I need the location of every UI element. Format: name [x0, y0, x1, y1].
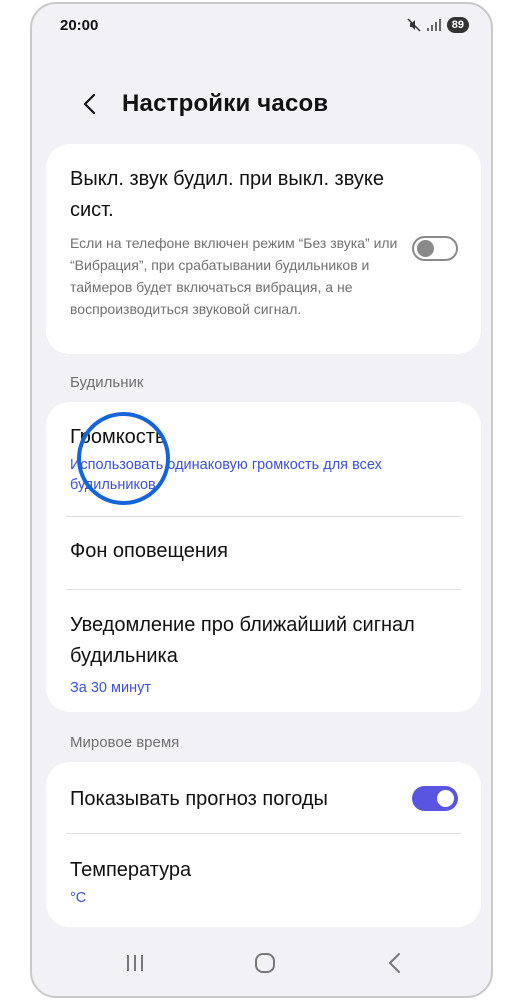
nav-back-button[interactable]	[380, 948, 410, 978]
temperature-title: Температура	[70, 859, 192, 881]
mute-settings-card: Выкл. звук будил. при выкл. звуке сист. …	[46, 144, 481, 354]
weather-forecast-toggle[interactable]	[412, 786, 458, 811]
toggle-knob	[437, 790, 454, 807]
home-icon	[250, 953, 280, 982]
recent-apps-button[interactable]	[120, 948, 150, 978]
signal-icon	[426, 19, 441, 31]
chevron-left-icon	[76, 93, 104, 122]
mute-alarm-setting[interactable]: Выкл. звук будил. при выкл. звуке сист. …	[70, 164, 457, 320]
volume-setting[interactable]: Громкость Использовать одинаковую громко…	[70, 422, 457, 495]
weather-forecast-title: Показывать прогноз погоды	[70, 788, 328, 810]
weather-forecast-setting[interactable]: Показывать прогноз погоды	[70, 784, 457, 815]
divider	[66, 589, 461, 590]
status-time: 20:00	[60, 17, 99, 34]
navigation-bar	[32, 926, 491, 996]
back-button[interactable]	[76, 90, 104, 118]
temperature-subtitle: °C	[70, 890, 87, 906]
section-label-world-clock: Мировое время	[70, 734, 180, 751]
alert-background-title: Фон оповещения	[70, 540, 228, 562]
next-alarm-notification-subtitle: За 30 минут	[70, 680, 151, 696]
next-alarm-notification-title: Уведомление про ближайший сигнал будильн…	[70, 614, 415, 667]
status-bar: 20:00 89	[32, 4, 491, 48]
next-alarm-notification-setting[interactable]: Уведомление про ближайший сигнал будильн…	[70, 610, 457, 698]
mute-alarm-title: Выкл. звук будил. при выкл. звуке сист.	[70, 168, 385, 221]
battery-badge: 89	[446, 17, 469, 33]
section-label-alarm: Будильник	[70, 374, 144, 391]
mute-alarm-toggle[interactable]	[412, 236, 458, 261]
volume-subtitle: Использовать одинаковую громкость для вс…	[70, 457, 382, 493]
page-title: Настройки часов	[122, 90, 329, 117]
mute-icon	[407, 18, 421, 32]
status-icons: 89	[407, 17, 469, 33]
home-button[interactable]	[250, 948, 280, 978]
divider	[66, 516, 461, 517]
back-icon	[380, 953, 410, 982]
recent-apps-icon	[120, 955, 150, 982]
phone-screen: 20:00 89 Настройки часов Выкл. звук буди…	[30, 2, 493, 998]
volume-title: Громкость	[70, 426, 166, 448]
mute-alarm-description: Если на телефоне включен режим “Без звук…	[70, 235, 398, 317]
app-header: Настройки часов	[32, 82, 491, 126]
divider	[66, 833, 461, 834]
alarm-settings-card: Громкость Использовать одинаковую громко…	[46, 402, 481, 712]
temperature-setting[interactable]: Температура °C	[70, 855, 457, 908]
alert-background-setting[interactable]: Фон оповещения	[70, 536, 457, 567]
toggle-knob	[417, 240, 434, 257]
world-clock-card: Показывать прогноз погоды Температура °C	[46, 762, 481, 927]
